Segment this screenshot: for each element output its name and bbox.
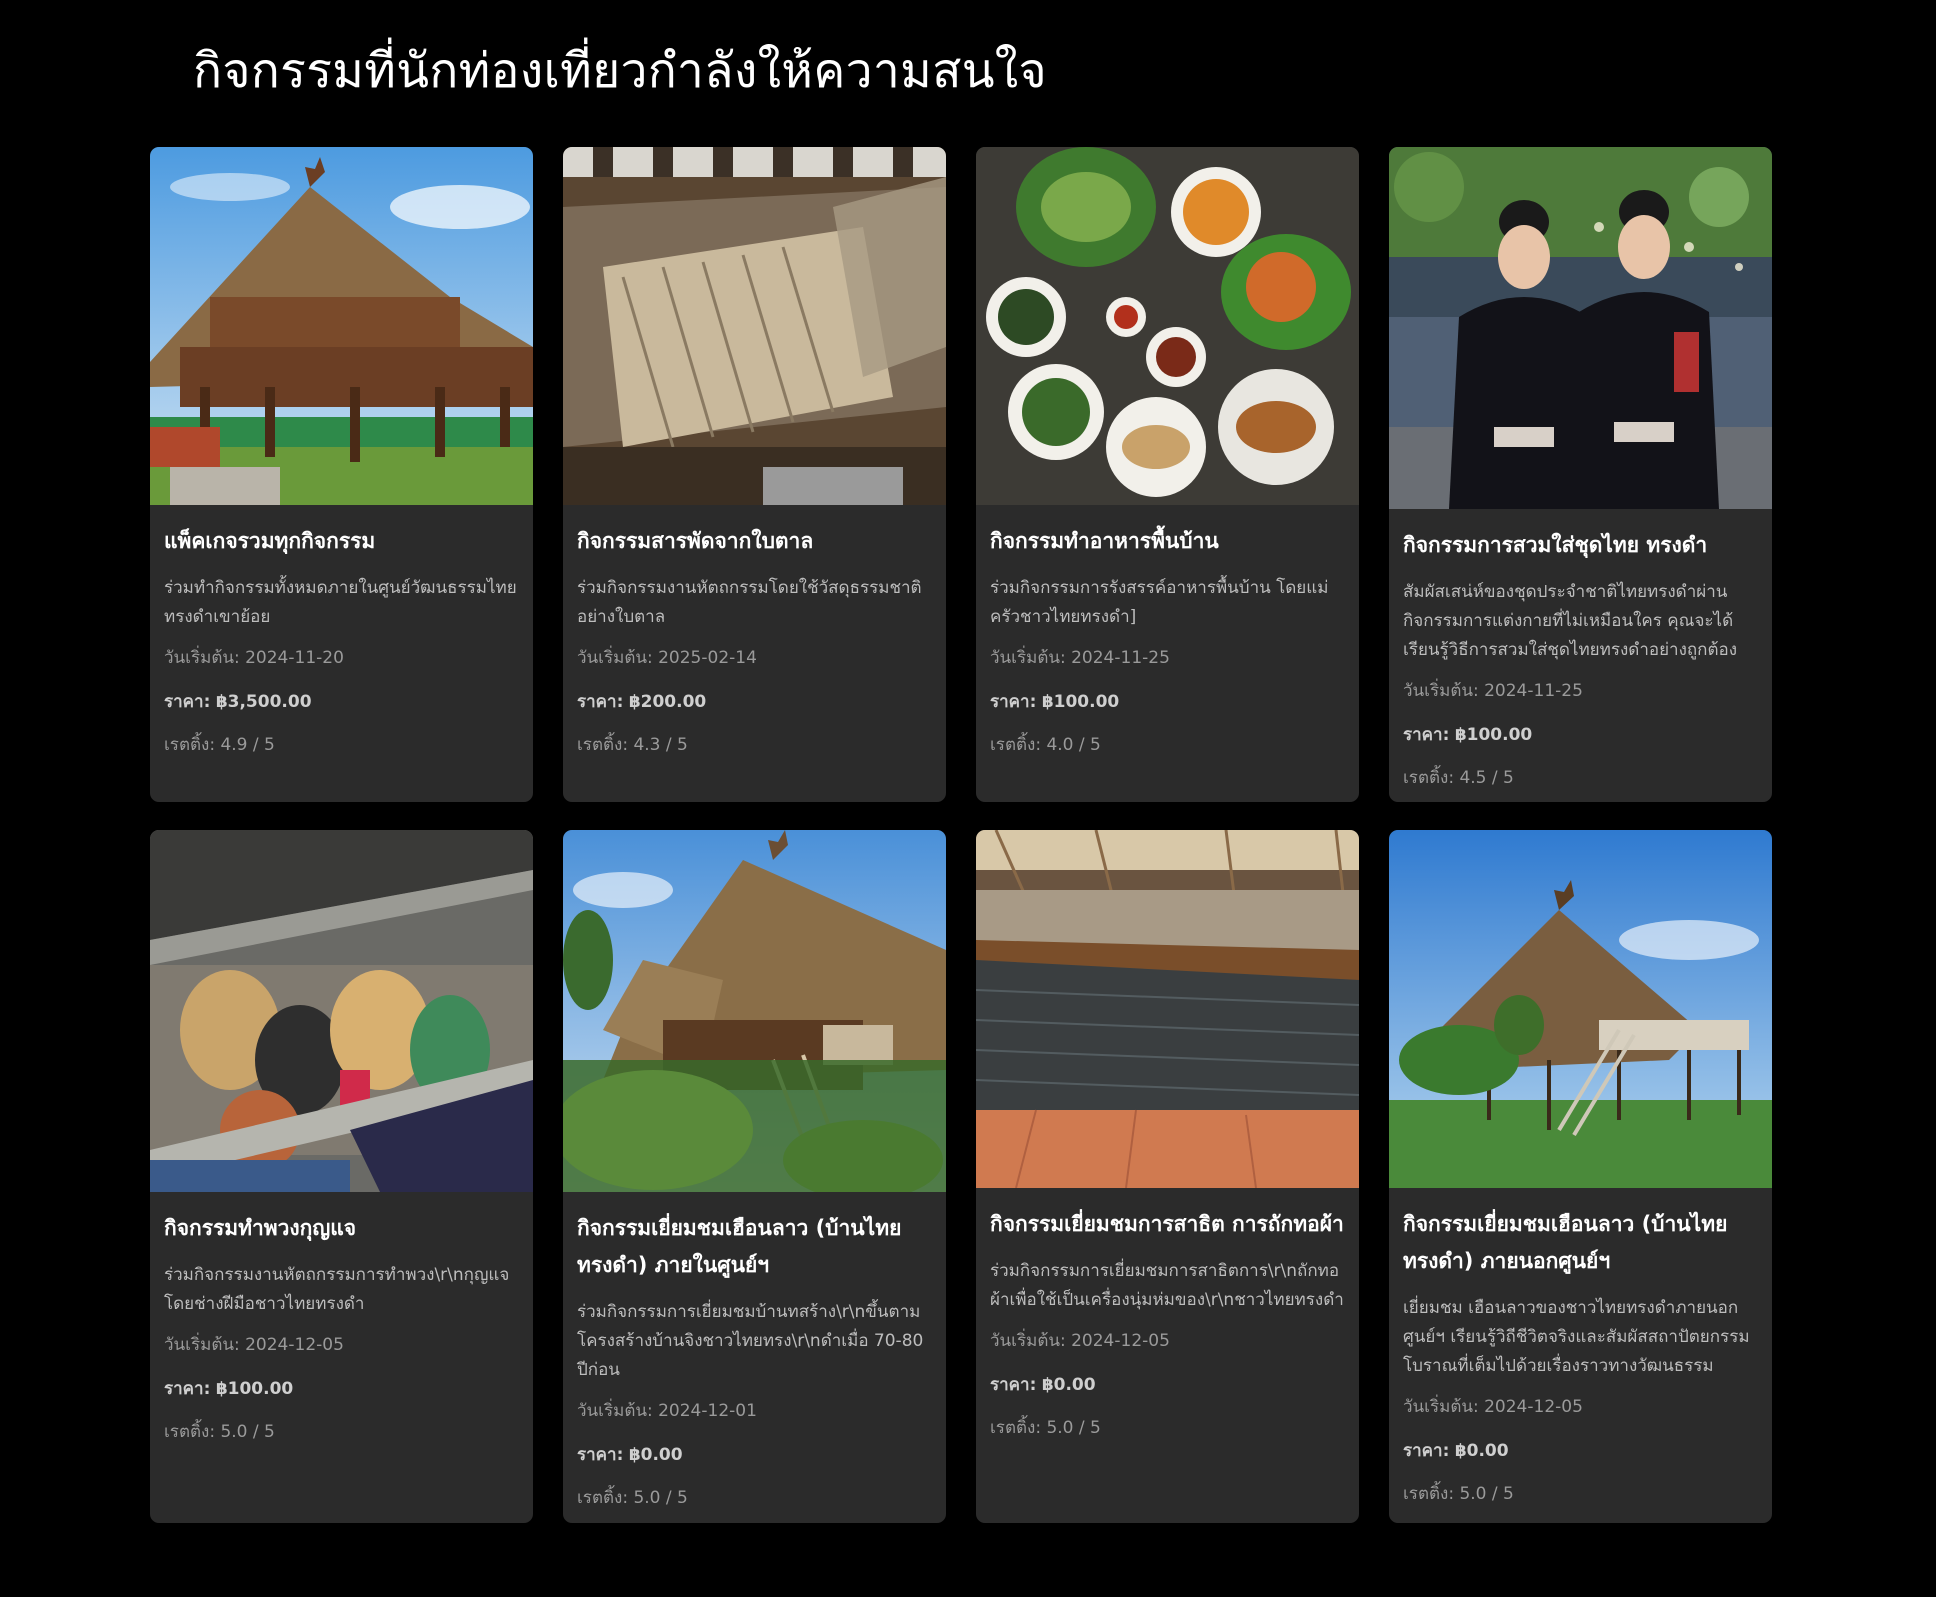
card-start-date: วันเริ่มต้น: 2025-02-14 — [577, 648, 757, 668]
activity-image[interactable] — [150, 147, 533, 505]
card-description: ร่วมกิจกรรมงานหัตถกรรมการทำพวง\r\nกุญแจโ… — [164, 1265, 510, 1314]
card-title[interactable]: กิจกรรมทำพวงกุญแจ — [164, 1210, 519, 1247]
activity-card[interactable]: กิจกรรมการสวมใส่ชุดไทย ทรงดำ สัมผัสเสน่ห… — [1389, 147, 1772, 802]
price-value: ฿100.00 — [215, 1379, 294, 1399]
card-description: เยี่ยมชม เฮือนลาวของชาวไทยทรงดำภายนอกศูน… — [1403, 1298, 1750, 1376]
card-title[interactable]: แพ็คเกจรวมทุกกิจกรรม — [164, 523, 519, 560]
card-rating: เรตติ้ง: 5.0 / 5 — [990, 1418, 1101, 1438]
card-title[interactable]: กิจกรรมสารพัดจากใบตาล — [577, 523, 932, 560]
card-price: ราคา: ฿0.00 — [577, 1441, 932, 1469]
price-label: ราคา: — [577, 692, 624, 712]
card-rating: เรตติ้ง: 5.0 / 5 — [1403, 1484, 1514, 1504]
activity-card[interactable]: กิจกรรมเยี่ยมชมเฮือนลาว (บ้านไทยทรงดำ) ภ… — [563, 830, 946, 1523]
card-start-date: วันเริ่มต้น: 2024-12-05 — [1403, 1397, 1583, 1417]
activity-image[interactable] — [150, 830, 533, 1192]
card-description: ร่วมทำกิจกรรมทั้งหมดภายในศูนย์วัฒนธรรมไท… — [164, 578, 517, 627]
price-label: ราคา: — [164, 1379, 211, 1399]
card-start-date: วันเริ่มต้น: 2024-12-01 — [577, 1401, 757, 1421]
card-price: ราคา: ฿100.00 — [990, 688, 1345, 716]
card-price: ราคา: ฿100.00 — [1403, 721, 1758, 749]
price-value: ฿0.00 — [1454, 1441, 1509, 1461]
card-start-date: วันเริ่มต้น: 2024-11-25 — [1403, 681, 1583, 701]
activity-grid: แพ็คเกจรวมทุกกิจกรรม ร่วมทำกิจกรรมทั้งหม… — [150, 147, 1772, 1523]
card-start-date: วันเริ่มต้น: 2024-12-05 — [990, 1331, 1170, 1351]
page-title: กิจกรรมที่นักท่องเที่ยวกำลังให้ความสนใจ — [193, 43, 1047, 99]
card-rating: เรตติ้ง: 4.9 / 5 — [164, 735, 275, 755]
card-title[interactable]: กิจกรรมทำอาหารพื้นบ้าน — [990, 523, 1345, 560]
activity-card[interactable]: กิจกรรมทำอาหารพื้นบ้าน ร่วมกิจกรรมการรัง… — [976, 147, 1359, 802]
activity-image[interactable] — [976, 830, 1359, 1188]
price-label: ราคา: — [164, 692, 211, 712]
card-rating: เรตติ้ง: 5.0 / 5 — [577, 1488, 688, 1508]
card-price: ราคา: ฿0.00 — [990, 1371, 1345, 1399]
card-start-date: วันเริ่มต้น: 2024-11-20 — [164, 648, 344, 668]
card-description: ร่วมกิจกรรมการเยี่ยมชมบ้านทสร้าง\r\nขึ้น… — [577, 1302, 924, 1380]
activity-card[interactable]: แพ็คเกจรวมทุกกิจกรรม ร่วมทำกิจกรรมทั้งหม… — [150, 147, 533, 802]
activity-image[interactable] — [563, 147, 946, 505]
card-title[interactable]: กิจกรรมการสวมใส่ชุดไทย ทรงดำ — [1403, 527, 1758, 564]
card-rating: เรตติ้ง: 4.0 / 5 — [990, 735, 1101, 755]
activity-image[interactable] — [563, 830, 946, 1192]
price-label: ราคา: — [577, 1445, 624, 1465]
card-price: ราคา: ฿100.00 — [164, 1375, 519, 1403]
price-label: ราคา: — [1403, 1441, 1450, 1461]
card-title[interactable]: กิจกรรมเยี่ยมชมการสาธิต การถักทอผ้า — [990, 1206, 1345, 1243]
price-value: ฿0.00 — [628, 1445, 683, 1465]
card-description: ร่วมกิจกรรมงานหัตถกรรมโดยใช้วัสดุธรรมชาต… — [577, 578, 922, 627]
activity-card[interactable]: กิจกรรมเยี่ยมชมเฮือนลาว (บ้านไทยทรงดำ) ภ… — [1389, 830, 1772, 1523]
card-price: ราคา: ฿3,500.00 — [164, 688, 519, 716]
price-label: ราคา: — [1403, 725, 1450, 745]
card-rating: เรตติ้ง: 5.0 / 5 — [164, 1422, 275, 1442]
price-value: ฿100.00 — [1454, 725, 1533, 745]
price-value: ฿100.00 — [1041, 692, 1120, 712]
price-value: ฿200.00 — [628, 692, 707, 712]
card-description: ร่วมกิจกรรมการเยี่ยมชมการสาธิตการ\r\nถัก… — [990, 1261, 1344, 1310]
price-label: ราคา: — [990, 692, 1037, 712]
activity-image[interactable] — [976, 147, 1359, 505]
card-price: ราคา: ฿0.00 — [1403, 1437, 1758, 1465]
activity-card[interactable]: กิจกรรมเยี่ยมชมการสาธิต การถักทอผ้า ร่วม… — [976, 830, 1359, 1523]
activity-image[interactable] — [1389, 147, 1772, 509]
price-value: ฿3,500.00 — [215, 692, 312, 712]
card-start-date: วันเริ่มต้น: 2024-12-05 — [164, 1335, 344, 1355]
price-label: ราคา: — [990, 1375, 1037, 1395]
activity-card[interactable]: กิจกรรมสารพัดจากใบตาล ร่วมกิจกรรมงานหัตถ… — [563, 147, 946, 802]
activity-card[interactable]: กิจกรรมทำพวงกุญแจ ร่วมกิจกรรมงานหัตถกรรม… — [150, 830, 533, 1523]
card-title[interactable]: กิจกรรมเยี่ยมชมเฮือนลาว (บ้านไทยทรงดำ) ภ… — [577, 1210, 932, 1284]
card-rating: เรตติ้ง: 4.5 / 5 — [1403, 768, 1514, 788]
card-rating: เรตติ้ง: 4.3 / 5 — [577, 735, 688, 755]
card-price: ราคา: ฿200.00 — [577, 688, 932, 716]
card-description: สัมผัสเสน่ห์ของชุดประจำชาติไทยทรงดำผ่านก… — [1403, 582, 1738, 660]
card-start-date: วันเริ่มต้น: 2024-11-25 — [990, 648, 1170, 668]
card-title[interactable]: กิจกรรมเยี่ยมชมเฮือนลาว (บ้านไทยทรงดำ) ภ… — [1403, 1206, 1758, 1280]
card-description: ร่วมกิจกรรมการรังสรรค์อาหารพื้นบ้าน โดยแ… — [990, 578, 1329, 627]
activity-image[interactable] — [1389, 830, 1772, 1188]
price-value: ฿0.00 — [1041, 1375, 1096, 1395]
